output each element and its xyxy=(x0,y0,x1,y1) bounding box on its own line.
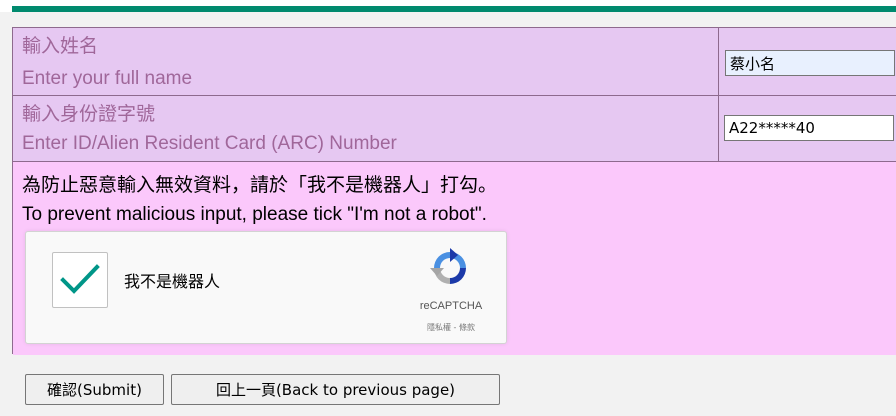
checkmark-icon xyxy=(60,264,100,294)
recaptcha-widget: 我不是機器人 reCAPTCHA 隱私權 - 條款 xyxy=(25,231,507,344)
captcha-instruction-en: To prevent malicious input, please tick … xyxy=(22,204,487,225)
recaptcha-label: 我不是機器人 xyxy=(124,272,221,291)
captcha-instruction-zh: 為防止惡意輸入無效資料，請於「我不是機器人」打勾。 xyxy=(22,175,498,196)
header-stripe xyxy=(12,6,896,12)
id-number-input[interactable] xyxy=(724,115,894,141)
top-bar xyxy=(0,0,896,12)
full-name-input[interactable] xyxy=(725,50,895,76)
recaptcha-logo-icon xyxy=(430,248,466,284)
name-label-cell: 輸入姓名 Enter your full name xyxy=(13,28,719,95)
recaptcha-terms-link[interactable]: 隱私權 - 條款 xyxy=(406,322,496,333)
id-label-cell: 輸入身份證字號 Enter ID/Alien Resident Card (AR… xyxy=(13,96,719,161)
name-label-en: Enter your full name xyxy=(22,68,193,89)
recaptcha-brand: reCAPTCHA xyxy=(419,300,483,312)
id-label-en: Enter ID/Alien Resident Card (ARC) Numbe… xyxy=(22,133,397,154)
name-row: 輸入姓名 Enter your full name xyxy=(13,28,896,96)
submit-button[interactable]: 確認(Submit) xyxy=(25,374,164,405)
back-button[interactable]: 回上一頁(Back to previous page) xyxy=(171,374,500,405)
recaptcha-checkbox[interactable] xyxy=(52,252,108,308)
id-label-zh: 輸入身份證字號 xyxy=(22,104,156,125)
name-label-zh: 輸入姓名 xyxy=(22,36,99,57)
